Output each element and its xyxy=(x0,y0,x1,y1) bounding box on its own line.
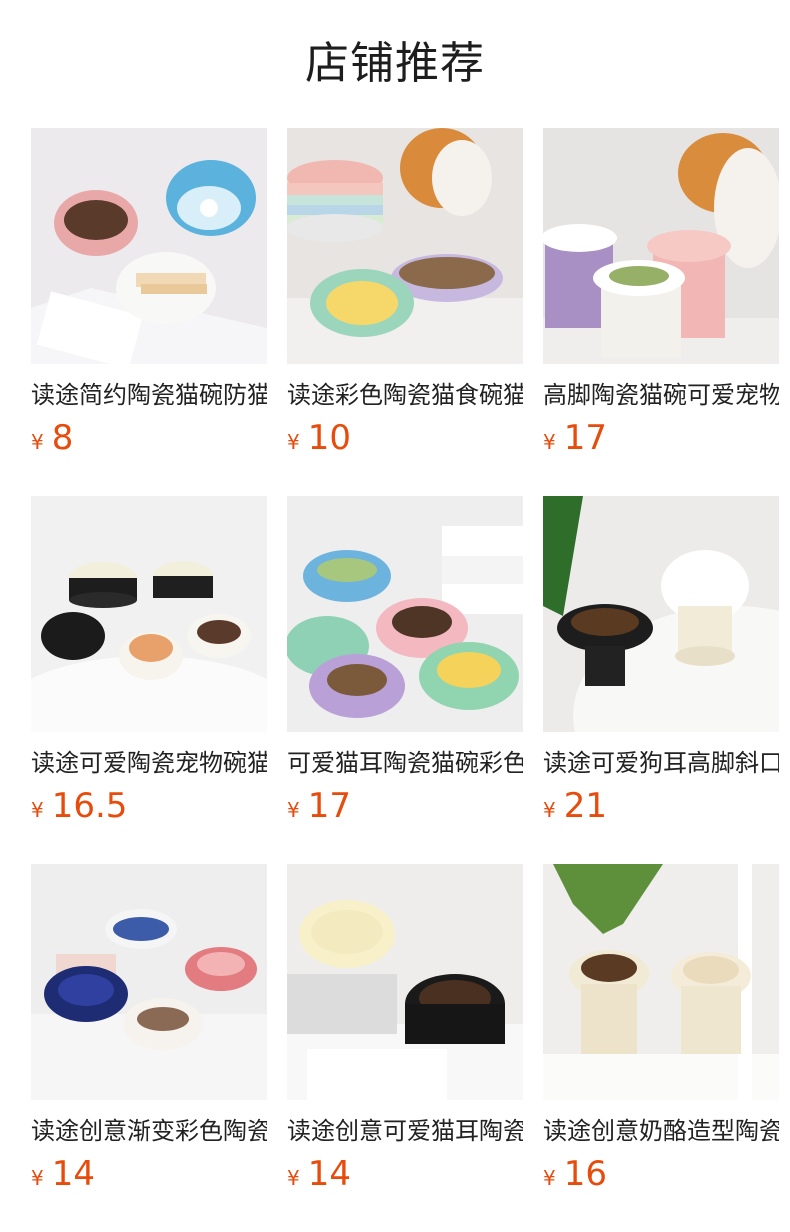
currency-symbol: ¥ xyxy=(31,430,44,454)
currency-symbol: ¥ xyxy=(287,430,300,454)
product-card[interactable]: 读途可爱狗耳高脚斜口 ¥21 xyxy=(543,496,779,826)
product-title[interactable]: 读途可爱陶瓷宠物碗猫 xyxy=(31,746,267,780)
product-image[interactable] xyxy=(543,864,779,1100)
product-image[interactable] xyxy=(31,496,267,732)
product-price: ¥14 xyxy=(31,1152,95,1196)
product-image[interactable] xyxy=(31,128,267,364)
price-amount: 17 xyxy=(563,418,607,458)
product-title[interactable]: 读途可爱狗耳高脚斜口 xyxy=(543,746,779,780)
price-amount: 10 xyxy=(307,418,351,458)
product-title[interactable]: 读途创意渐变彩色陶瓷 xyxy=(31,1114,267,1148)
product-title[interactable]: 读途创意奶酪造型陶瓷 xyxy=(543,1114,779,1148)
product-title[interactable]: 读途彩色陶瓷猫食碗猫 xyxy=(287,378,523,412)
product-card[interactable]: 读途可爱陶瓷宠物碗猫 ¥16.5 xyxy=(31,496,267,826)
product-image[interactable] xyxy=(543,128,779,364)
product-card[interactable]: 读途简约陶瓷猫碗防猫 ¥8 xyxy=(31,128,267,458)
product-card[interactable]: 读途创意奶酪造型陶瓷 ¥16 xyxy=(543,864,779,1194)
page-title: 店铺推荐 xyxy=(305,38,485,89)
product-image[interactable] xyxy=(287,864,523,1100)
product-price: ¥14 xyxy=(287,1152,351,1196)
product-card[interactable]: 读途创意可爱猫耳陶瓷 ¥14 xyxy=(287,864,523,1194)
currency-symbol: ¥ xyxy=(31,1166,44,1190)
price-amount: 14 xyxy=(51,1154,95,1194)
product-price: ¥21 xyxy=(543,784,607,828)
currency-symbol: ¥ xyxy=(287,1166,300,1190)
product-card[interactable]: 高脚陶瓷猫碗可爱宠物 ¥17 xyxy=(543,128,779,458)
product-title[interactable]: 读途创意可爱猫耳陶瓷 xyxy=(287,1114,523,1148)
currency-symbol: ¥ xyxy=(287,798,300,822)
product-grid: 读途简约陶瓷猫碗防猫 ¥8 读途彩色陶瓷猫食碗猫 ¥ 10 高脚陶瓷猫碗可爱宠物… xyxy=(31,128,787,1194)
product-title[interactable]: 可爱猫耳陶瓷猫碗彩色 xyxy=(287,746,523,780)
product-image[interactable] xyxy=(543,496,779,732)
currency-symbol: ¥ xyxy=(31,798,44,822)
product-price: ¥16.5 xyxy=(31,784,127,828)
product-image[interactable] xyxy=(287,496,523,732)
product-image[interactable] xyxy=(287,128,523,364)
header: 店铺推荐 xyxy=(0,36,790,92)
price-amount: 14 xyxy=(307,1154,351,1194)
price-amount: 16.5 xyxy=(51,786,128,826)
price-amount: 8 xyxy=(51,418,74,458)
product-price: ¥8 xyxy=(31,416,73,460)
price-amount: 21 xyxy=(563,786,607,826)
product-price: ¥10 xyxy=(287,416,351,460)
currency-symbol: ¥ xyxy=(543,798,556,822)
product-image[interactable] xyxy=(31,864,267,1100)
currency-symbol: ¥ xyxy=(543,1166,556,1190)
product-card[interactable]: 读途创意渐变彩色陶瓷 ¥14 xyxy=(31,864,267,1194)
price-amount: 16 xyxy=(563,1154,607,1194)
product-title[interactable]: 读途简约陶瓷猫碗防猫 xyxy=(31,378,267,412)
product-price: ¥16 xyxy=(543,1152,607,1196)
product-title[interactable]: 高脚陶瓷猫碗可爱宠物 xyxy=(543,378,779,412)
product-card[interactable]: 可爱猫耳陶瓷猫碗彩色 ¥17 xyxy=(287,496,523,826)
product-card[interactable]: 读途彩色陶瓷猫食碗猫 ¥10 xyxy=(287,128,523,458)
price-amount: 17 xyxy=(307,786,351,826)
product-price: ¥17 xyxy=(287,784,351,828)
store-recommendations-page: 店铺推荐 读途简约陶瓷猫碗防猫 ¥ 8 读途彩色陶瓷猫食碗猫 ¥ 10 高脚陶瓷… xyxy=(0,0,790,1232)
product-price: ¥17 xyxy=(543,416,607,460)
currency-symbol: ¥ xyxy=(543,430,556,454)
